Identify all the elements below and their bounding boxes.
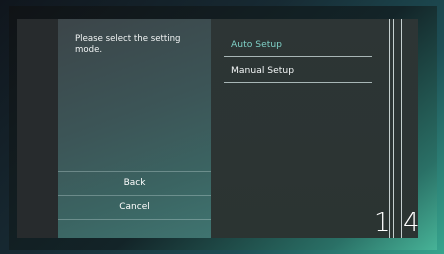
total-steps-number: 4 [403,208,420,238]
manual-setup-option[interactable]: Manual Setup [224,59,372,83]
left-edge-strip [17,19,58,238]
options-panel: Auto Setup Manual Setup 1 4 [211,19,420,238]
divider-line [393,19,394,238]
back-button[interactable]: Back [58,171,211,195]
setting-mode-prompt: Please select the setting mode. [75,34,181,55]
current-step-number: 1 [374,208,391,238]
left-panel: Please select the setting mode. Back Can… [58,19,211,238]
divider-line [389,19,390,238]
cancel-button[interactable]: Cancel [58,195,211,220]
auto-setup-option[interactable]: Auto Setup [224,33,372,57]
divider-line [401,19,402,238]
